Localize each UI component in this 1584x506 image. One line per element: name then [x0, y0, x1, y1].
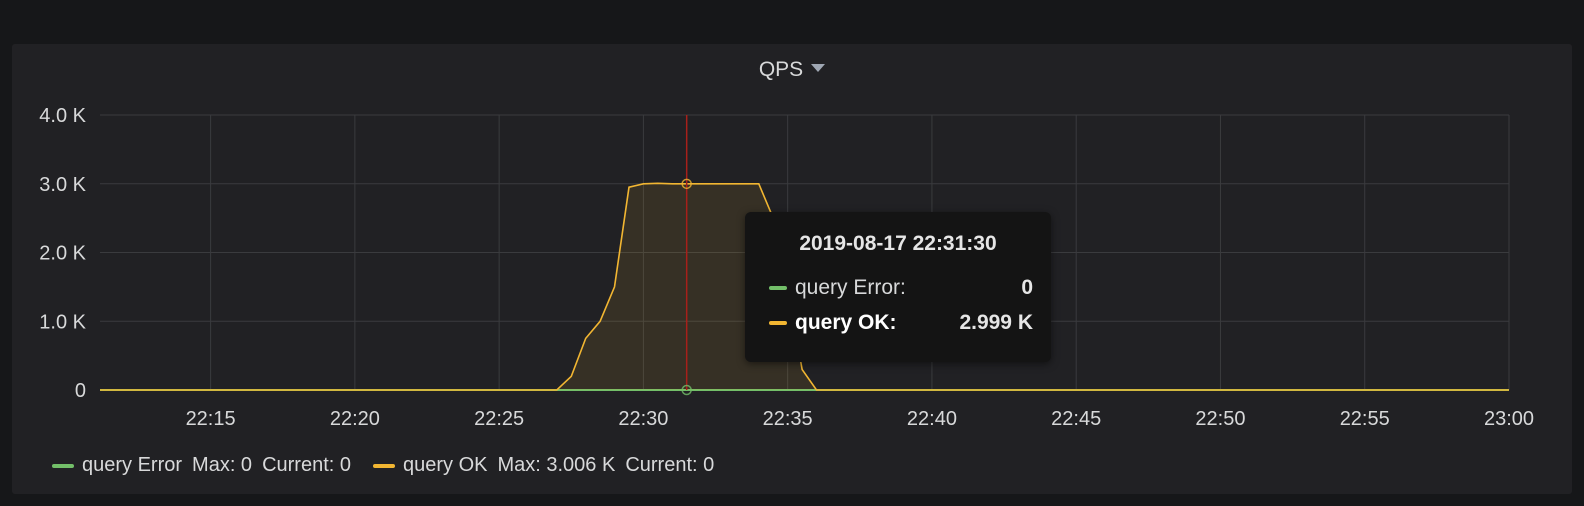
- x-tick-label: 22:20: [330, 408, 380, 430]
- legend-max: Max: 3.006 K: [497, 454, 616, 476]
- x-tick-label: 22:35: [763, 408, 813, 430]
- tooltip-row-ok: query OK: 2.999 K: [769, 311, 1033, 335]
- legend-swatch-error: [52, 463, 74, 468]
- y-axis-ticks: 0 1.0 K 2.0 K 3.0 K 4.0 K: [39, 105, 86, 402]
- chart-legend: query Error Max: 0 Current: 0 query OK M…: [52, 454, 714, 477]
- tooltip-row-error: query Error: 0: [769, 276, 1033, 300]
- y-tick-label: 1.0 K: [39, 311, 86, 333]
- x-tick-label: 22:55: [1340, 408, 1390, 430]
- y-tick-label: 4.0 K: [39, 105, 86, 127]
- x-tick-label: 22:30: [618, 408, 668, 430]
- qps-panel: QPS 0 1.0 K 2.0 K 3.0 K 4.0 K 22:15 22:20 22:2…: [12, 44, 1572, 494]
- legend-item-query-error[interactable]: query Error Max: 0 Current: 0: [52, 454, 351, 477]
- x-tick-label: 23:00: [1484, 408, 1534, 430]
- legend-label: query OK: [403, 454, 488, 476]
- tooltip-series-name: query OK:: [795, 311, 897, 334]
- x-axis-ticks: 22:15 22:20 22:25 22:30 22:35 22:40 22:45 22:50…: [186, 408, 1534, 430]
- legend-label: query Error: [82, 454, 183, 476]
- legend-current: Current: 0: [262, 454, 351, 476]
- x-tick-label: 22:25: [474, 408, 524, 430]
- legend-max: Max: 0: [192, 454, 253, 476]
- legend-swatch-ok: [373, 463, 395, 468]
- x-tick-label: 22:15: [186, 408, 236, 430]
- tooltip-swatch-ok: [769, 321, 787, 325]
- y-tick-label: 3.0 K: [39, 174, 86, 196]
- y-tick-label: 0: [75, 380, 86, 402]
- x-tick-label: 22:50: [1195, 408, 1245, 430]
- x-tick-label: 22:45: [1051, 408, 1101, 430]
- tooltip-series-value: 2.999 K: [959, 311, 1033, 334]
- tooltip-title: 2019-08-17 22:31:30: [799, 232, 997, 255]
- tooltip-swatch-error: [769, 286, 787, 290]
- legend-current: Current: 0: [625, 454, 715, 476]
- y-tick-label: 2.0 K: [39, 243, 86, 265]
- tooltip-series-value: 0: [1021, 276, 1033, 299]
- hover-tooltip: 2019-08-17 22:31:30 query Error: 0 query…: [745, 212, 1051, 362]
- tooltip-series-name: query Error:: [795, 276, 906, 299]
- legend-item-query-ok[interactable]: query OK Max: 3.006 K Current: 0: [373, 454, 714, 477]
- x-tick-label: 22:40: [907, 408, 957, 430]
